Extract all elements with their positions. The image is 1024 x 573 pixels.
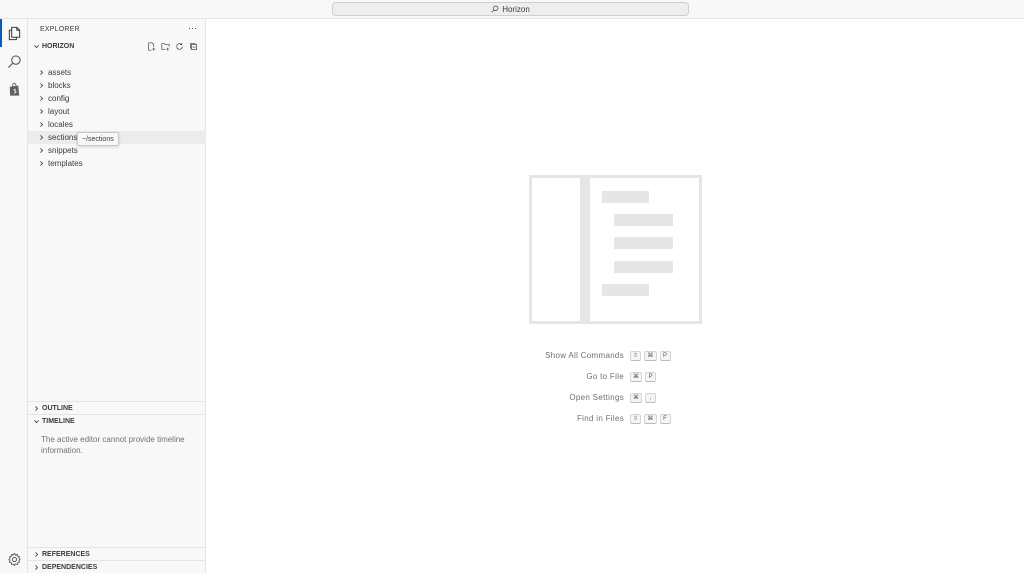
- dependencies-section-header[interactable]: DEPENDENCIES: [28, 560, 206, 573]
- search-icon: [491, 5, 499, 13]
- title-bar: Horizon: [0, 0, 1024, 19]
- path-tooltip: ~/sections: [77, 132, 119, 146]
- keycap: F: [659, 413, 671, 424]
- workspace-label: HORIZON: [42, 43, 75, 50]
- timeline-section-header[interactable]: TIMELINE: [28, 414, 206, 427]
- workspace-header[interactable]: HORIZON: [28, 40, 206, 53]
- shortcut-show-all-commands[interactable]: Show All Commands ⇧ ⌘ P: [506, 345, 806, 366]
- shortcut-label: Go to File: [586, 372, 624, 381]
- command-center-search[interactable]: Horizon: [332, 2, 689, 16]
- shortcut-label: Show All Commands: [545, 351, 624, 360]
- more-actions-button[interactable]: ···: [188, 23, 197, 33]
- outline-label: OUTLINE: [42, 404, 73, 412]
- folder-item-assets[interactable]: assets: [28, 66, 206, 79]
- sidebar-title: EXPLORER: [40, 26, 80, 33]
- shortcut-label: Open Settings: [569, 393, 624, 402]
- chevron-right-icon: [30, 564, 42, 571]
- activity-search[interactable]: [0, 47, 28, 75]
- gear-icon: [7, 552, 21, 566]
- timeline-message: The active editor cannot provide timelin…: [41, 435, 185, 455]
- new-file-icon[interactable]: [147, 42, 156, 51]
- new-folder-icon[interactable]: [161, 42, 170, 51]
- folder-label: config: [48, 94, 70, 103]
- editor-area: Show All Commands ⇧ ⌘ P Go to File ⌘ P O…: [206, 19, 1024, 573]
- references-section-header[interactable]: REFERENCES: [28, 547, 206, 560]
- shopping-bag-icon: [9, 82, 19, 96]
- keycap: ⌘: [630, 392, 643, 403]
- shortcut-find-in-files[interactable]: Find in Files ⇧ ⌘ F: [506, 408, 806, 429]
- folder-label: templates: [48, 159, 83, 168]
- folder-label: blocks: [48, 81, 71, 90]
- timeline-label: TIMELINE: [42, 417, 75, 425]
- keycap: ,: [645, 392, 657, 403]
- refresh-icon[interactable]: [175, 42, 184, 51]
- folder-item-blocks[interactable]: blocks: [28, 79, 206, 92]
- activity-settings[interactable]: [0, 545, 28, 573]
- references-label: REFERENCES: [42, 550, 90, 558]
- shortcut-open-settings[interactable]: Open Settings ⌘ ,: [506, 387, 806, 408]
- chevron-right-icon: [38, 108, 48, 115]
- folder-label: layout: [48, 107, 70, 116]
- outline-section-header[interactable]: OUTLINE: [28, 401, 206, 414]
- keycap: P: [645, 371, 657, 382]
- folder-item-templates[interactable]: templates: [28, 157, 206, 170]
- dependencies-label: DEPENDENCIES: [42, 563, 98, 571]
- activity-bar: [0, 19, 28, 573]
- chevron-right-icon: [38, 95, 48, 102]
- chevron-right-icon: [38, 121, 48, 128]
- chevron-down-icon: [30, 418, 42, 425]
- folder-label: assets: [48, 68, 72, 77]
- explorer-sidebar: EXPLORER ··· HORIZON assets blocks confi…: [28, 19, 206, 573]
- keycap: ⌘: [644, 350, 657, 361]
- activity-shopify[interactable]: [0, 75, 28, 103]
- keycap: P: [659, 350, 671, 361]
- chevron-right-icon: [30, 551, 42, 558]
- keycap: ⇧: [630, 413, 642, 424]
- folder-tree: assets blocks config layout locales sect…: [28, 66, 206, 170]
- chevron-down-icon: [30, 43, 42, 50]
- chevron-right-icon: [38, 160, 48, 167]
- search-icon: [7, 54, 21, 68]
- collapse-all-icon[interactable]: [189, 42, 198, 51]
- folder-label: locales: [48, 120, 73, 129]
- folder-item-locales[interactable]: locales: [28, 118, 206, 131]
- activity-explorer[interactable]: [0, 19, 28, 47]
- chevron-right-icon: [38, 134, 48, 141]
- shortcut-hints: Show All Commands ⇧ ⌘ P Go to File ⌘ P O…: [506, 345, 806, 429]
- shortcut-label: Find in Files: [576, 414, 624, 423]
- folder-item-config[interactable]: config: [28, 92, 206, 105]
- command-center-label: Horizon: [502, 4, 530, 14]
- chevron-right-icon: [30, 405, 42, 412]
- keycap: ⌘: [630, 371, 643, 382]
- chevron-right-icon: [38, 147, 48, 154]
- folder-item-layout[interactable]: layout: [28, 105, 206, 118]
- chevron-right-icon: [38, 69, 48, 76]
- keycap: ⇧: [630, 350, 642, 361]
- editor-watermark-logo: [529, 175, 702, 324]
- folder-label: snippets: [48, 146, 78, 155]
- files-icon: [8, 26, 20, 40]
- keycap: ⌘: [644, 413, 657, 424]
- shortcut-go-to-file[interactable]: Go to File ⌘ P: [506, 366, 806, 387]
- chevron-right-icon: [38, 82, 48, 89]
- folder-label: sections: [48, 133, 78, 142]
